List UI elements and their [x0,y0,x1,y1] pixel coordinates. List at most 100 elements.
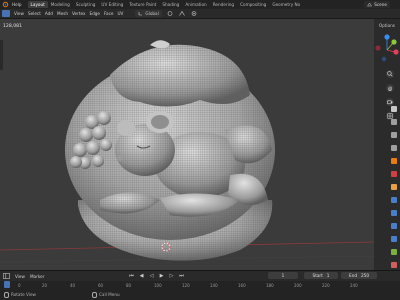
tab-shading[interactable]: Shading [159,1,182,8]
tick-label: 80 [126,282,132,288]
3d-viewport[interactable] [0,19,374,270]
menu-add[interactable]: Add [45,11,53,16]
current-frame-field[interactable]: 1 [268,272,298,279]
pivot-icon[interactable] [166,10,174,17]
camera-icon[interactable] [386,98,394,106]
tick-label: 200 [294,282,302,288]
view-layer-properties-icon[interactable] [391,145,397,151]
current-frame-value: 1 [281,273,285,278]
timeline-editor-icon[interactable] [3,273,10,279]
menu-help[interactable]: Help [12,2,22,7]
status-rotate-view: Rotate View [4,291,36,298]
timeline-menu-marker[interactable]: Marker [30,274,44,279]
neg-x-axis-ball [375,45,381,51]
play-reverse-icon[interactable]: ◁ [148,272,155,279]
tick-label: 100 [154,282,162,288]
tab-compositing[interactable]: Compositing [237,1,269,8]
left-toolbar [0,40,8,70]
tick-label: 180 [266,282,274,288]
blender-logo-icon[interactable] [2,1,9,8]
y-axis-ball [391,39,397,45]
render-properties-icon[interactable] [391,119,397,125]
tab-sculpting[interactable]: Sculpting [73,1,99,8]
tick-label: 140 [210,282,218,288]
data-properties-icon[interactable] [391,249,397,255]
orientation-label: Global [145,11,159,16]
menu-uv[interactable]: UV [117,11,123,16]
tick-label: 0 [18,282,21,288]
prev-keyframe-icon[interactable]: ◀ [138,272,145,279]
jump-start-icon[interactable]: ⏮ [128,272,135,279]
editor-type-button[interactable] [2,10,10,17]
status-call-menu: Call Menu [91,291,120,298]
timeline-header: View Marker [0,270,400,281]
material-properties-icon[interactable] [391,262,397,268]
jump-end-icon[interactable]: ⏭ [178,272,185,279]
tick-label: 120 [182,282,190,288]
menu-mesh[interactable]: Mesh [57,11,68,16]
toolbar-edge[interactable] [0,40,3,70]
neg-z-axis-ball [381,56,387,62]
menu-edge[interactable]: Edge [89,11,100,16]
start-frame-field[interactable]: Start 1 [304,272,338,279]
play-icon[interactable]: ▶ [158,272,165,279]
tick-label: 160 [238,282,246,288]
mouse-middle-icon [4,291,9,298]
top-menu-bar: Help Layout Modeling Sculpting UV Editin… [0,0,400,9]
snap-icon[interactable] [178,10,186,17]
tab-uv-editing[interactable]: UV Editing [98,1,126,8]
z-axis-ball [384,34,390,40]
world-properties-icon[interactable] [391,171,397,177]
mesh-stats-text: 128,081 [3,24,22,29]
tab-animation[interactable]: Animation [182,1,209,8]
x-axis-ball [393,49,399,55]
end-label: End [349,273,357,278]
timeline-ruler[interactable]: 0 20 40 60 80 100 120 140 160 180 200 22… [0,281,400,289]
menu-vertex[interactable]: Vertex [72,11,85,16]
properties-tabs [391,106,397,268]
sculpt-model [0,40,374,263]
start-value: 1 [326,273,330,278]
next-keyframe-icon[interactable]: ▷ [168,272,175,279]
transform-orientation-dropdown[interactable]: Global [135,10,162,17]
physics-properties-icon[interactable] [391,223,397,229]
end-frame-field[interactable]: End 250 [341,272,377,279]
scene-selector[interactable]: Scene [364,1,390,8]
tick-label: 240 [350,282,358,288]
navigation-gizmo[interactable] [374,28,400,68]
end-value: 250 [360,273,369,278]
tab-layout[interactable]: Layout [27,1,48,8]
scene-icon [367,2,373,7]
constraints-properties-icon[interactable] [391,236,397,242]
tab-rendering[interactable]: Rendering [210,1,237,8]
scene-label: Scene [374,2,387,7]
tab-texture-paint[interactable]: Texture Paint [126,1,159,8]
output-properties-icon[interactable] [391,132,397,138]
object-properties-icon[interactable] [391,184,397,190]
zoom-icon[interactable] [386,70,394,78]
tab-modeling[interactable]: Modeling [48,1,73,8]
status-call-menu-label: Call Menu [98,292,120,297]
mouse-right-icon [91,291,97,298]
proportional-edit-icon[interactable] [190,10,198,17]
menu-view[interactable]: View [14,11,24,16]
scene-properties-icon[interactable] [391,158,397,164]
timeline-menu-view[interactable]: View [15,274,25,279]
start-label: Start [312,273,323,278]
playback-controls: ⏮ ◀ ◁ ▶ ▷ ⏭ [128,271,185,280]
tick-label: 60 [98,282,104,288]
tick-label: 20 [42,282,48,288]
tick-label: 40 [70,282,76,288]
modifier-properties-icon[interactable] [391,197,397,203]
playhead[interactable] [4,281,10,288]
menu-select[interactable]: Select [28,11,41,16]
status-rotate-label: Rotate View [11,292,36,297]
tab-geometry-nodes[interactable]: Geometry No [269,1,303,8]
status-bar: Rotate View Call Menu [0,289,400,300]
menu-face[interactable]: Face [104,11,113,16]
pan-hand-icon[interactable] [386,84,394,92]
particles-properties-icon[interactable] [391,210,397,216]
workspace-tabs: Layout Modeling Sculpting UV Editing Tex… [27,1,304,8]
orientation-icon [139,12,143,16]
tool-properties-icon[interactable] [391,106,397,112]
